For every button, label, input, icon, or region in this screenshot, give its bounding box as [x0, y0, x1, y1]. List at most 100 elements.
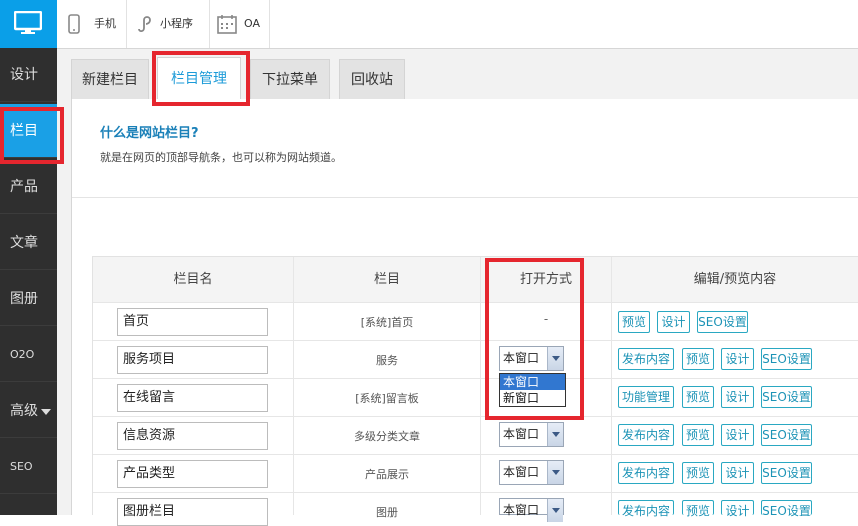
topbar-item-label: 小程序: [160, 17, 193, 30]
feature-management-button[interactable]: 功能管理: [618, 386, 674, 408]
seo-settings-button[interactable]: SEO设置: [761, 386, 812, 408]
topbar-item-mobile[interactable]: 手机: [57, 0, 127, 48]
seo-settings-button[interactable]: SEO设置: [761, 424, 812, 446]
topbar-item-label: 手机: [94, 17, 116, 30]
seo-settings-button[interactable]: SEO设置: [761, 348, 812, 370]
help-description: 就是在网页的顶部导航条，也可以称为网站频道。: [100, 151, 342, 164]
tab-dropdown-menu[interactable]: 下拉菜单: [250, 59, 330, 99]
select-value: 本窗口: [503, 427, 540, 441]
sidebar-item-label: 产品: [10, 179, 38, 195]
column-name-input[interactable]: 图册栏目: [117, 498, 268, 526]
row-divider: [93, 416, 858, 417]
help-title: 什么是网站栏目?: [100, 126, 199, 141]
monitor-icon: [14, 11, 42, 34]
tab-label: 回收站: [351, 72, 393, 88]
header-edit-preview: 编辑/预览内容: [612, 257, 858, 302]
row-divider: [93, 492, 858, 493]
sidebar-item-seo[interactable]: SEO: [0, 440, 57, 494]
topbar-item-oa[interactable]: OA: [210, 0, 270, 48]
preview-button[interactable]: 预览: [682, 348, 714, 370]
tab-recycle-bin[interactable]: 回收站: [339, 59, 405, 99]
tab-column-management[interactable]: 栏目管理: [157, 57, 241, 100]
preview-button[interactable]: 预览: [618, 311, 650, 333]
open-mode-select[interactable]: 本窗口: [499, 346, 564, 371]
column-name-input[interactable]: 信息资源: [117, 422, 268, 450]
sidebar-item-label: 设计: [10, 67, 38, 83]
divider: [72, 197, 858, 198]
preview-button[interactable]: 预览: [682, 386, 714, 408]
logo[interactable]: [0, 0, 57, 48]
sidebar-item-articles[interactable]: 文章: [0, 216, 57, 270]
topbar-item-mini-program[interactable]: 小程序: [127, 0, 210, 48]
dropdown-option-same-window[interactable]: 本窗口: [500, 374, 565, 390]
tab-label: 下拉菜单: [262, 72, 318, 88]
mini-program-icon: [138, 16, 151, 33]
column-name-input[interactable]: 产品类型: [117, 460, 268, 488]
sidebar-item-columns[interactable]: 栏目: [0, 104, 57, 158]
sidebar-item-label: O2O: [10, 348, 35, 361]
sidebar-item-albums[interactable]: 图册: [0, 272, 57, 326]
column-type: [系统]首页: [360, 316, 414, 329]
open-mode-select[interactable]: 本窗口: [499, 498, 564, 522]
design-button[interactable]: 设计: [721, 500, 754, 518]
row-divider: [93, 454, 858, 455]
seo-settings-button[interactable]: SEO设置: [761, 500, 812, 518]
select-value: 本窗口: [503, 351, 540, 365]
sidebar-item-o2o[interactable]: O2O: [0, 328, 57, 382]
chevron-down-icon[interactable]: [547, 347, 563, 370]
dropdown-option-new-window[interactable]: 新窗口: [500, 390, 565, 406]
preview-button[interactable]: 预览: [682, 462, 714, 484]
publish-content-button[interactable]: 发布内容: [618, 348, 674, 370]
sidebar-item-products[interactable]: 产品: [0, 160, 57, 214]
open-mode-none: -: [543, 312, 549, 326]
sidebar-item-label: 图册: [10, 291, 38, 307]
column-type: [系统]留言板: [355, 392, 419, 405]
column-type: 服务: [376, 354, 398, 367]
tab-new-column[interactable]: 新建栏目: [71, 59, 149, 99]
top-bar: 手机 小程序 OA: [57, 0, 858, 49]
sidebar-item-label: 栏目: [10, 123, 38, 139]
chevron-down-icon[interactable]: [547, 461, 563, 484]
seo-settings-button[interactable]: SEO设置: [697, 311, 748, 333]
calendar-icon: [217, 15, 237, 34]
design-button[interactable]: 设计: [721, 462, 754, 484]
column-name-input[interactable]: 服务项目: [117, 346, 268, 374]
row-divider: [93, 340, 858, 341]
column-name-input[interactable]: 首页: [117, 308, 268, 336]
chevron-down-icon[interactable]: [547, 423, 563, 446]
sidebar-item-label: SEO: [10, 460, 33, 473]
caret-down-icon: [41, 409, 51, 415]
tab-label: 新建栏目: [82, 72, 138, 88]
column-type: 图册: [376, 506, 398, 519]
sidebar-item-design[interactable]: 设计: [0, 48, 57, 102]
sidebar-item-label: 高级: [10, 403, 38, 419]
chevron-down-icon[interactable]: [547, 499, 563, 522]
sidebar-item-label: 文章: [10, 235, 38, 251]
column-divider: [611, 257, 612, 515]
design-button[interactable]: 设计: [721, 386, 754, 408]
publish-content-button[interactable]: 发布内容: [618, 424, 674, 446]
column-name-input[interactable]: 在线留言: [117, 384, 268, 412]
column-type: 产品展示: [365, 468, 409, 481]
tab-label: 栏目管理: [171, 71, 227, 87]
publish-content-button[interactable]: 发布内容: [618, 462, 674, 484]
column-type: 多级分类文章: [354, 430, 420, 443]
design-button[interactable]: 设计: [657, 311, 690, 333]
open-mode-select[interactable]: 本窗口: [499, 422, 564, 447]
seo-settings-button[interactable]: SEO设置: [761, 462, 812, 484]
row-divider: [93, 302, 858, 303]
design-button[interactable]: 设计: [721, 348, 754, 370]
open-mode-dropdown-list: 本窗口 新窗口: [499, 373, 566, 407]
publish-content-button[interactable]: 发布内容: [618, 500, 674, 518]
phone-icon: [68, 14, 80, 34]
sidebar: 设计 栏目 产品 文章 图册 O2O 高级 SEO: [0, 0, 57, 515]
sidebar-item-advanced[interactable]: 高级: [0, 384, 57, 438]
design-button[interactable]: 设计: [721, 424, 754, 446]
preview-button[interactable]: 预览: [682, 500, 714, 518]
open-mode-select[interactable]: 本窗口: [499, 460, 564, 485]
topbar-item-label: OA: [244, 17, 260, 30]
header-column: 栏目: [294, 257, 480, 302]
header-column-name: 栏目名: [93, 257, 293, 302]
select-value: 本窗口: [503, 465, 540, 479]
preview-button[interactable]: 预览: [682, 424, 714, 446]
